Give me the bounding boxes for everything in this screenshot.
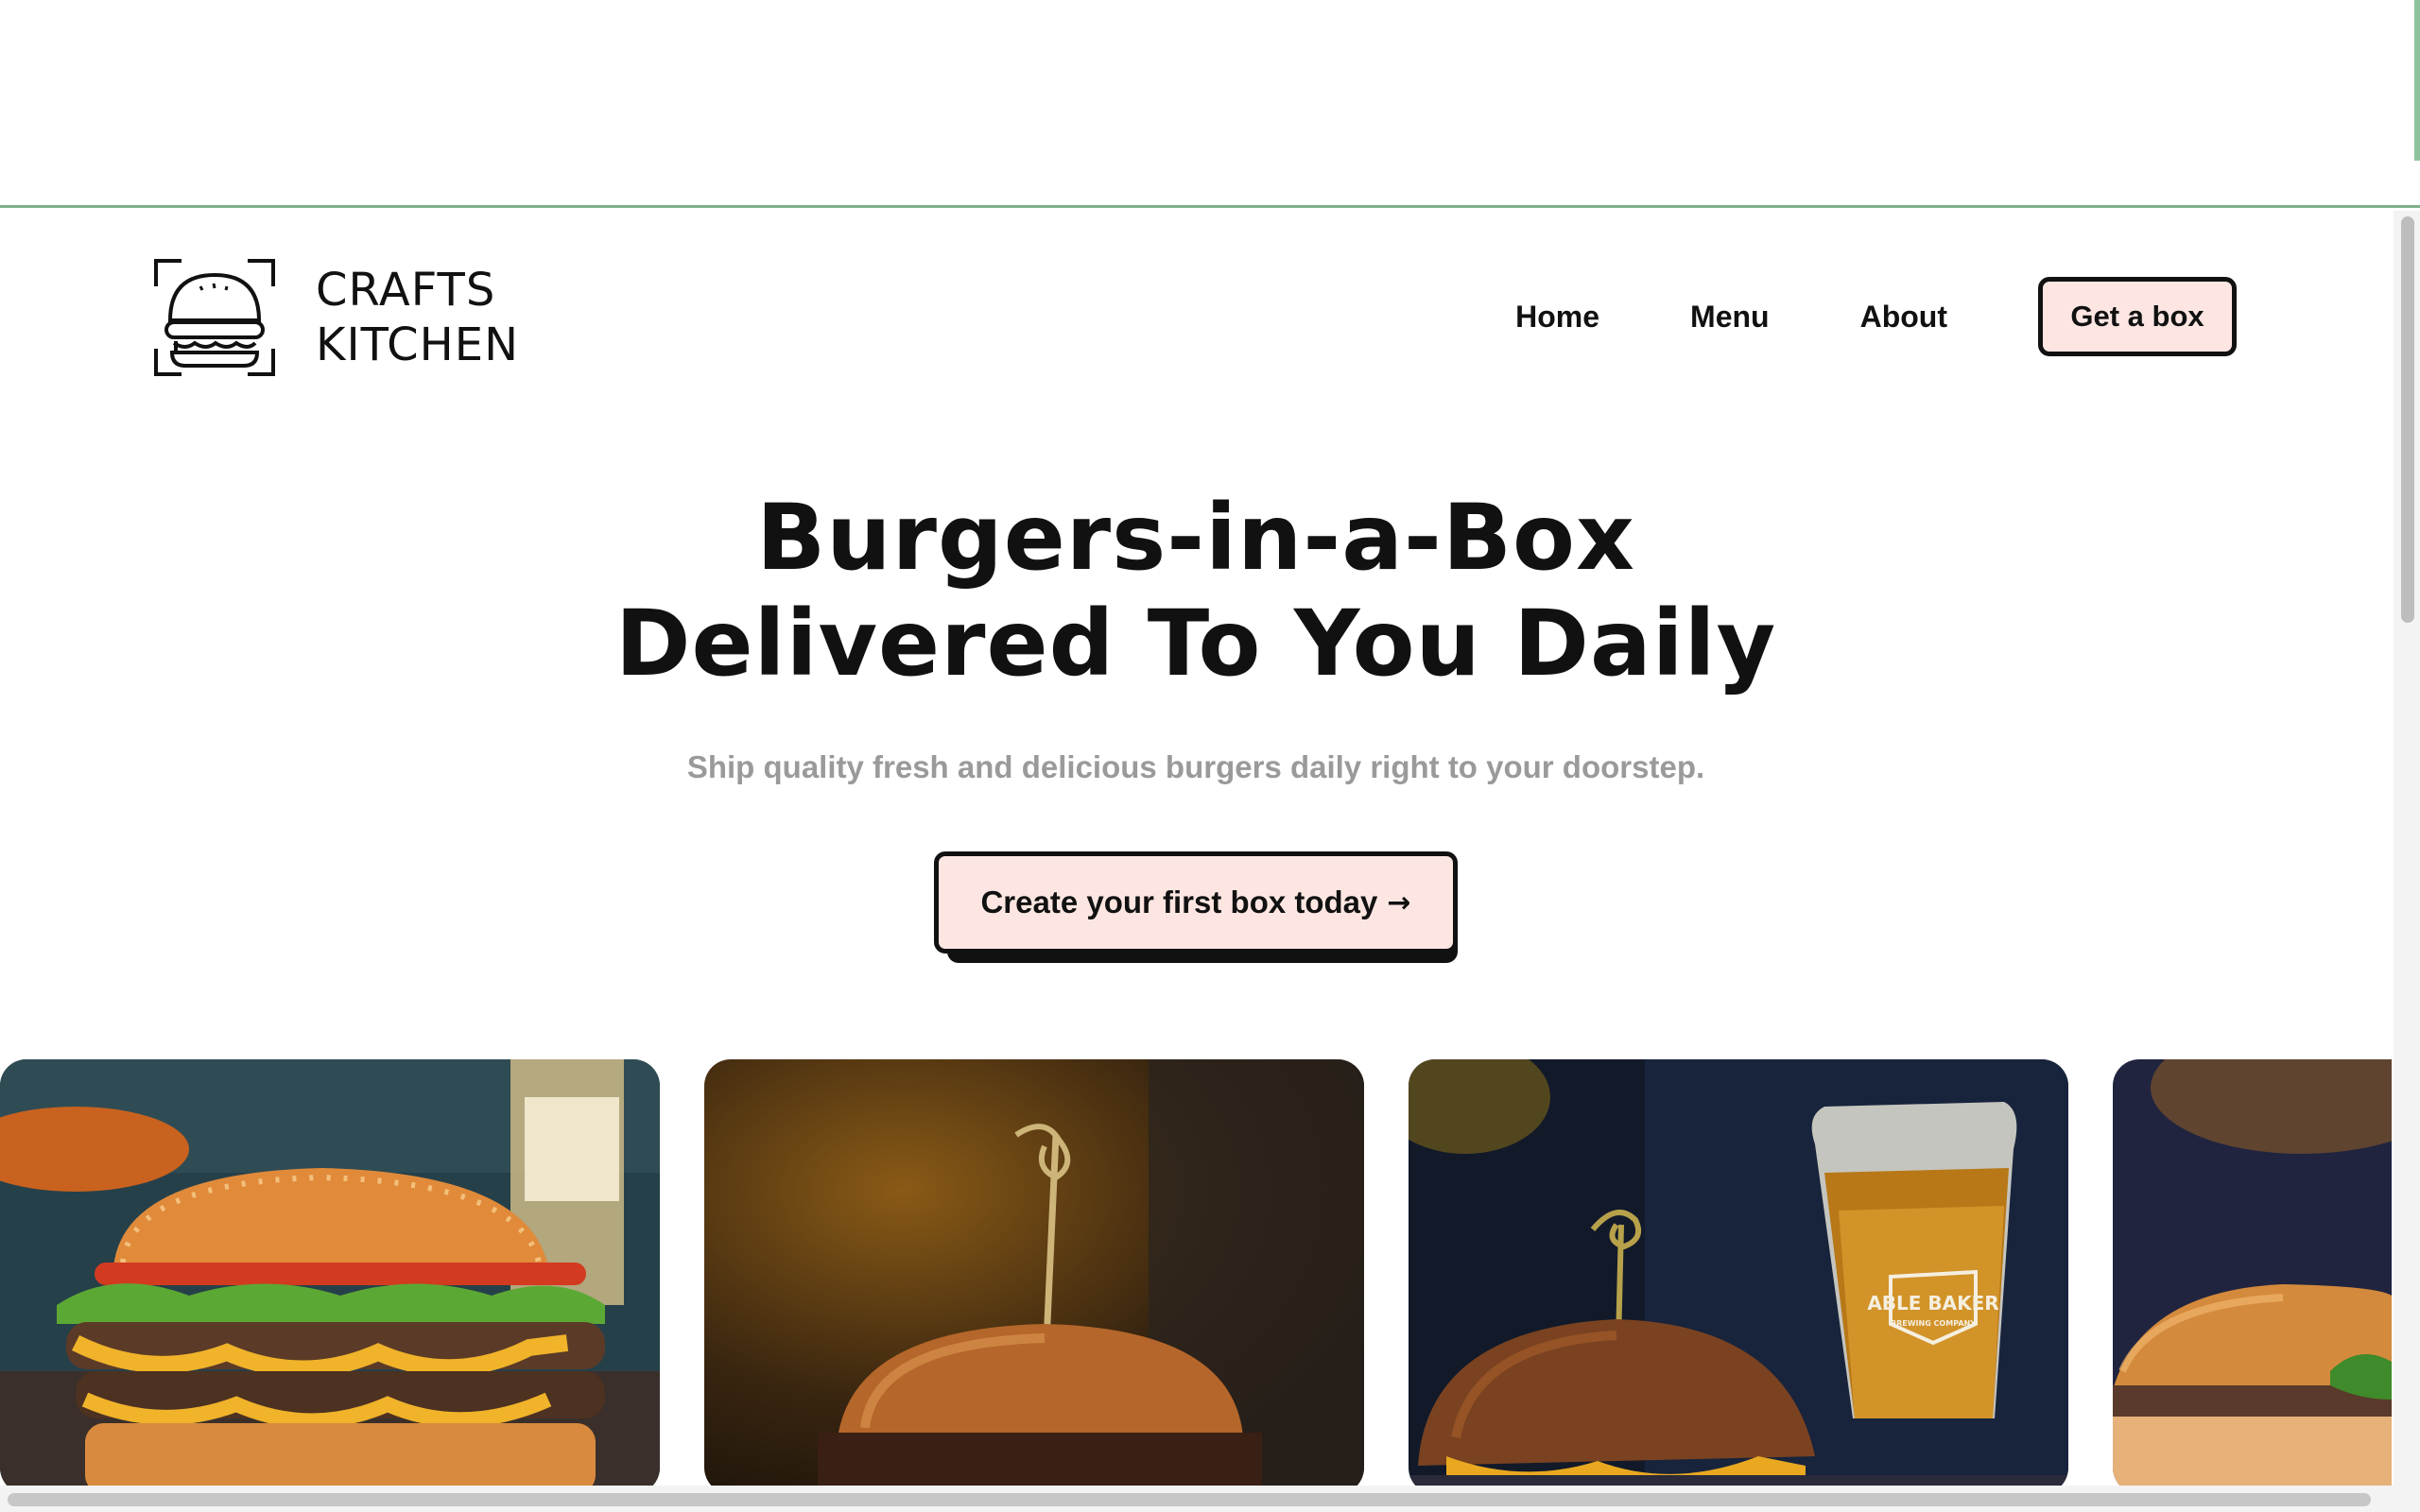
browser-top-area: [0, 0, 2420, 208]
gallery-image-burger-and-beer[interactable]: ABLE BAKER BREWING COMPANY: [1409, 1059, 2068, 1494]
brand-name: CRAFTS KITCHEN: [316, 263, 519, 372]
arrow-right-icon: →: [1387, 885, 1411, 919]
nav-home[interactable]: Home: [1515, 300, 1599, 335]
burger-icon: [154, 259, 275, 376]
hero-title-line2: Delivered To You Daily: [614, 591, 1777, 696]
vertical-scrollbar-thumb[interactable]: [2401, 216, 2414, 623]
hero-subtitle: Ship quality fresh and delicious burgers…: [686, 749, 1705, 784]
horizontal-scrollbar-thumb[interactable]: [8, 1493, 2371, 1506]
window-edge: [2414, 0, 2420, 161]
gallery-image-double-cheeseburger[interactable]: [0, 1059, 660, 1494]
page-viewport: CRAFTS KITCHEN Home Menu About Get a box…: [0, 211, 2420, 1512]
gallery-image-burger-skewer[interactable]: [704, 1059, 1364, 1494]
horizontal-scrollbar-track: [0, 1486, 2420, 1512]
beer-glass-subtext: BREWING COMPANY: [1891, 1319, 1976, 1328]
main-nav: Home Menu About Get a box: [1515, 277, 2237, 356]
beer-glass-text: ABLE BAKER: [1867, 1292, 1998, 1314]
brand-name-line1: CRAFTS: [316, 264, 496, 317]
nav-about[interactable]: About: [1860, 300, 1947, 335]
burger-gallery: ABLE BAKER BREWING COMPANY: [0, 1059, 2392, 1503]
hero-title: Burgers-in-a-Box Delivered To You Daily: [0, 485, 2392, 696]
nav-menu[interactable]: Menu: [1690, 300, 1770, 335]
vertical-scrollbar-track: [2394, 211, 2420, 1486]
brand-logo-link[interactable]: CRAFTS KITCHEN: [153, 258, 519, 377]
brand-name-line2: KITCHEN: [316, 318, 519, 371]
create-first-box-button[interactable]: Create your first box today →: [934, 851, 1458, 954]
create-first-box-label: Create your first box today: [980, 885, 1378, 919]
get-a-box-button[interactable]: Get a box: [2038, 277, 2237, 356]
hero-title-line1: Burgers-in-a-Box: [756, 485, 1635, 591]
hero-cta-wrapper: Create your first box today →: [934, 851, 1468, 963]
gallery-image-burger[interactable]: [2113, 1059, 2392, 1494]
